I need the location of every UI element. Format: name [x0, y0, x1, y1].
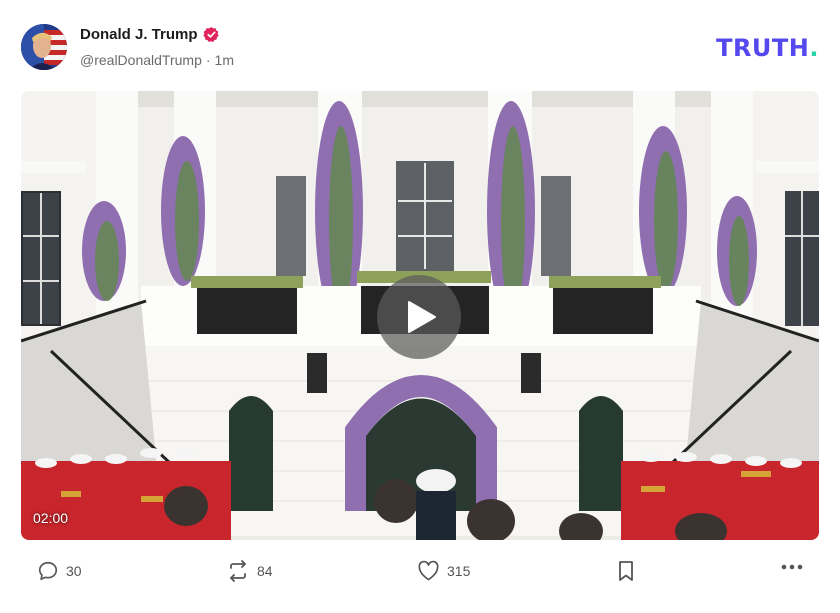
reply-button[interactable]: 30: [37, 560, 82, 582]
video-player[interactable]: 02:00: [21, 91, 819, 540]
retruth-count: 84: [257, 563, 273, 579]
bookmark-icon: [619, 561, 633, 581]
post-time[interactable]: 1m: [215, 52, 234, 68]
like-button[interactable]: 315: [417, 560, 470, 581]
bookmark-button[interactable]: [617, 560, 635, 582]
truth-logo[interactable]: TRUTH.: [716, 34, 819, 62]
reply-icon: [38, 561, 58, 581]
more-icon: [781, 564, 803, 570]
post-header: Donald J. Trump @realDonaldTrump · 1m TR…: [21, 24, 821, 74]
author-handle-row: @realDonaldTrump · 1m: [80, 52, 234, 68]
play-icon: [408, 301, 436, 333]
author-name-row: Donald J. Trump: [80, 26, 220, 43]
author-handle[interactable]: @realDonaldTrump: [80, 52, 202, 68]
more-button[interactable]: [781, 564, 803, 570]
heart-icon: [418, 560, 439, 581]
like-count: 315: [447, 562, 471, 579]
retruth-icon: [230, 560, 246, 582]
brand-dot: .: [809, 34, 819, 62]
meta-separator: ·: [205, 52, 211, 68]
retruth-button[interactable]: 84: [226, 560, 273, 582]
verified-badge-icon: [202, 26, 220, 43]
post-actions: 30 84 315: [21, 560, 819, 590]
brand-text: TRUTH: [716, 34, 810, 62]
avatar[interactable]: [21, 24, 67, 70]
play-button[interactable]: [377, 275, 461, 359]
video-duration: 02:00: [33, 510, 69, 526]
reply-count: 30: [66, 563, 82, 579]
author-display-name[interactable]: Donald J. Trump: [80, 26, 198, 43]
